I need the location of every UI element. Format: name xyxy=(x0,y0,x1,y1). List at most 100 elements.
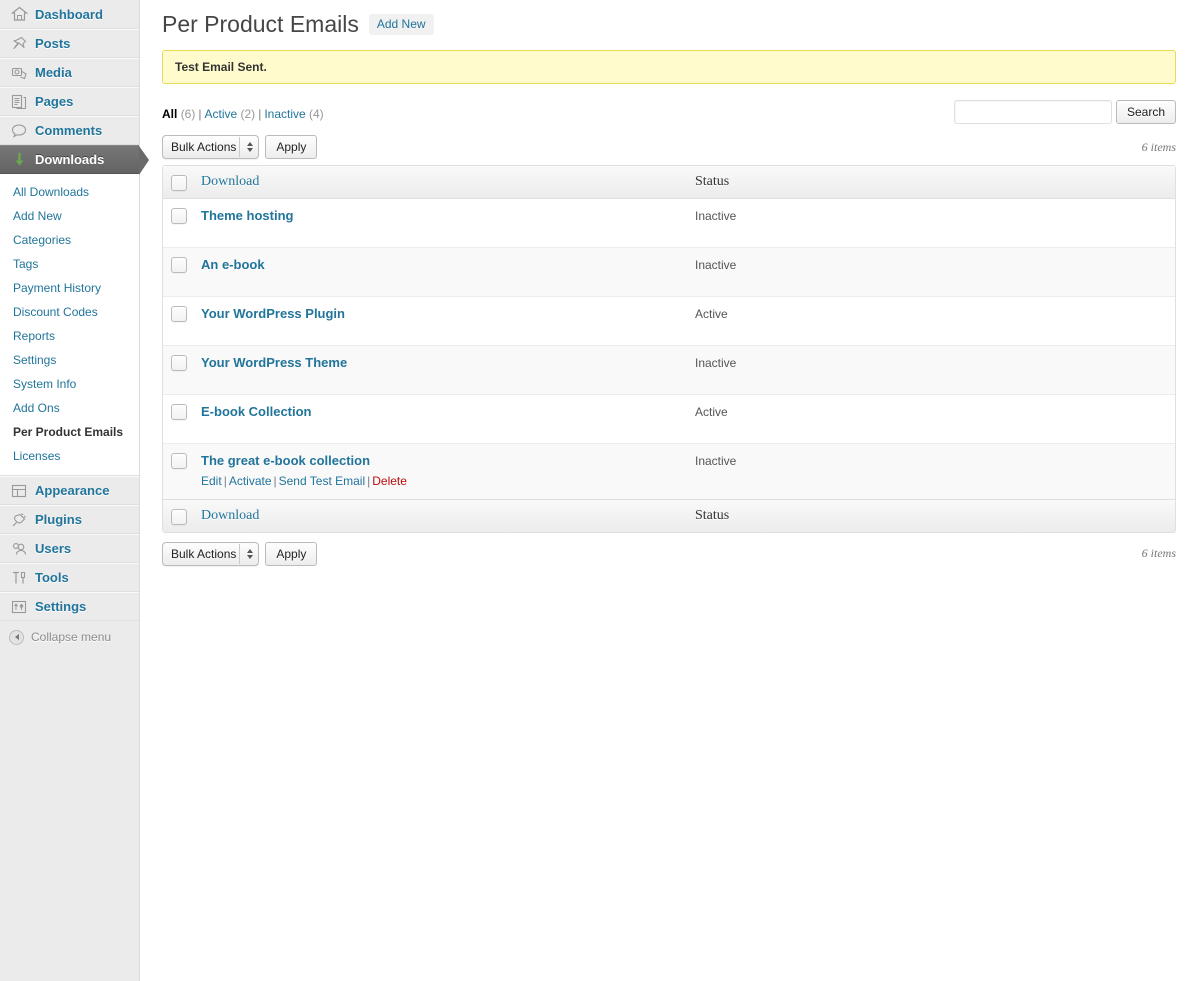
apply-button-top[interactable]: Apply xyxy=(265,135,318,159)
sidebar-item-appearance[interactable]: Appearance xyxy=(0,476,139,505)
row-name-cell: Your WordPress Theme xyxy=(191,346,685,395)
sidebar-label: Appearance xyxy=(35,483,110,498)
filter-inactive: Inactive (4) xyxy=(264,107,323,121)
sidebar-label: Pages xyxy=(35,94,74,109)
table-body: Theme hosting Inactive An e-book Inactiv… xyxy=(163,199,1175,499)
status-notice: Test Email Sent. xyxy=(162,50,1176,84)
row-title-link[interactable]: An e-book xyxy=(201,257,265,274)
row-checkbox[interactable] xyxy=(171,453,187,469)
row-status-cell: Inactive xyxy=(685,346,1175,395)
row-select-cell xyxy=(163,444,191,499)
table-footer-row: Download Status xyxy=(163,498,1175,532)
sidebar-label: Tools xyxy=(35,570,69,585)
download-arrow-icon xyxy=(9,150,29,170)
admin-wrap: Dashboard Posts Media Pages Comments Dow… xyxy=(0,0,1200,981)
sidebar-item-posts[interactable]: Posts xyxy=(0,29,139,58)
sidebar-item-downloads[interactable]: Downloads xyxy=(0,145,149,175)
row-status-cell: Active xyxy=(685,395,1175,444)
submenu-item-categories[interactable]: Categories xyxy=(0,228,139,252)
row-title-link[interactable]: The great e-book collection xyxy=(201,453,370,470)
submenu-item-add-ons[interactable]: Add Ons xyxy=(0,396,139,420)
bulk-actions-bottom: Bulk Actions Apply xyxy=(162,541,318,566)
filter-link-inactive[interactable]: Inactive xyxy=(264,107,305,121)
dashboard-icon xyxy=(9,4,29,24)
submenu-item-add-new[interactable]: Add New xyxy=(0,204,139,228)
bulk-actions-select-bottom[interactable]: Bulk Actions xyxy=(162,541,260,566)
sidebar-label: Users xyxy=(35,541,72,556)
sidebar-item-plugins[interactable]: Plugins xyxy=(0,505,139,534)
sidebar-item-dashboard[interactable]: Dashboard xyxy=(0,0,139,29)
filter-link-all[interactable]: All xyxy=(162,107,177,121)
table-header-row: Download Status xyxy=(163,166,1175,199)
search-box: Search xyxy=(953,98,1176,124)
row-action-delete[interactable]: Delete xyxy=(372,474,407,488)
row-action-edit[interactable]: Edit xyxy=(201,474,222,488)
column-sort-download-top[interactable]: Download xyxy=(201,174,259,189)
sidebar-item-media[interactable]: Media xyxy=(0,58,139,87)
pin-icon xyxy=(9,34,29,54)
select-all-checkbox-top[interactable] xyxy=(171,175,187,191)
table-row: Your WordPress Theme Inactive xyxy=(163,346,1175,395)
sidebar-item-pages[interactable]: Pages xyxy=(0,87,139,116)
table-foot: Download Status xyxy=(163,498,1175,532)
row-title-link[interactable]: Your WordPress Plugin xyxy=(201,306,345,323)
sidebar-label: Posts xyxy=(35,36,71,51)
row-status-cell: Inactive xyxy=(685,248,1175,297)
sidebar-item-tools[interactable]: Tools xyxy=(0,563,139,592)
column-sort-download-bottom[interactable]: Download xyxy=(201,508,259,523)
page-title: Per Product Emails xyxy=(162,11,359,37)
row-action-separator: | xyxy=(223,473,227,488)
sidebar-label: Comments xyxy=(35,123,103,138)
submenu-item-system-info[interactable]: System Info xyxy=(0,372,139,396)
pages-icon xyxy=(9,92,29,112)
bulk-actions-select-top[interactable]: Bulk Actions xyxy=(162,135,260,159)
row-action-send-test-email[interactable]: Send Test Email xyxy=(279,474,366,488)
appearance-icon xyxy=(9,481,29,501)
tablenav-top: Bulk Actions Apply 6 items xyxy=(162,132,1176,162)
row-name-cell: Your WordPress Plugin xyxy=(191,297,685,346)
row-select-cell xyxy=(163,199,191,248)
submenu-item-reports[interactable]: Reports xyxy=(0,324,139,348)
row-checkbox[interactable] xyxy=(171,306,187,322)
submenu-item-licenses[interactable]: Licenses xyxy=(0,444,139,468)
submenu-item-tags[interactable]: Tags xyxy=(0,252,139,276)
filter-link-active[interactable]: Active xyxy=(204,107,237,121)
row-actions: Edit | Activate | Send Test Email | Delete xyxy=(201,470,675,490)
row-title-link[interactable]: Your WordPress Theme xyxy=(201,355,347,372)
add-new-button[interactable]: Add New xyxy=(368,14,434,35)
submenu-item-per-product-emails[interactable]: Per Product Emails xyxy=(0,420,139,444)
tools-icon xyxy=(9,568,29,588)
sidebar-item-users[interactable]: Users xyxy=(0,534,139,563)
filter-active: Active (2) xyxy=(204,107,255,121)
row-checkbox[interactable] xyxy=(171,257,187,273)
row-action-separator: | xyxy=(273,473,277,488)
tablenav-bottom: Bulk Actions Apply 6 items xyxy=(162,539,1176,569)
submenu-item-payment-history[interactable]: Payment History xyxy=(0,276,139,300)
notice-text: Test Email Sent. xyxy=(175,60,267,74)
row-name-cell: An e-book xyxy=(191,248,685,297)
submenu-item-settings[interactable]: Settings xyxy=(0,348,139,372)
apply-button-bottom[interactable]: Apply xyxy=(265,541,318,566)
search-input[interactable] xyxy=(953,100,1112,124)
bulk-actions-top: Bulk Actions Apply xyxy=(162,135,318,159)
select-divider xyxy=(239,543,241,564)
row-select-cell xyxy=(163,297,191,346)
submenu-item-discount-codes[interactable]: Discount Codes xyxy=(0,300,139,324)
collapse-arrow-icon xyxy=(9,629,24,645)
row-select-cell xyxy=(163,248,191,297)
sidebar-item-comments[interactable]: Comments xyxy=(0,116,139,145)
row-checkbox[interactable] xyxy=(171,355,187,371)
sidebar-item-settings[interactable]: Settings xyxy=(0,592,139,621)
row-action-activate[interactable]: Activate xyxy=(229,474,272,488)
collapse-menu-button[interactable]: Collapse menu xyxy=(0,622,139,652)
row-checkbox[interactable] xyxy=(171,404,187,420)
row-title-link[interactable]: E-book Collection xyxy=(201,404,312,421)
select-all-checkbox-bottom[interactable] xyxy=(171,508,187,525)
displaying-num-bottom: 6 items xyxy=(1141,546,1176,561)
settings-icon xyxy=(9,597,29,617)
row-name-cell: The great e-book collection Edit | Activat… xyxy=(191,444,685,499)
row-title-link[interactable]: Theme hosting xyxy=(201,208,293,225)
submenu-item-all-downloads[interactable]: All Downloads xyxy=(0,180,139,204)
row-checkbox[interactable] xyxy=(171,208,187,224)
search-button[interactable]: Search xyxy=(1115,100,1176,124)
